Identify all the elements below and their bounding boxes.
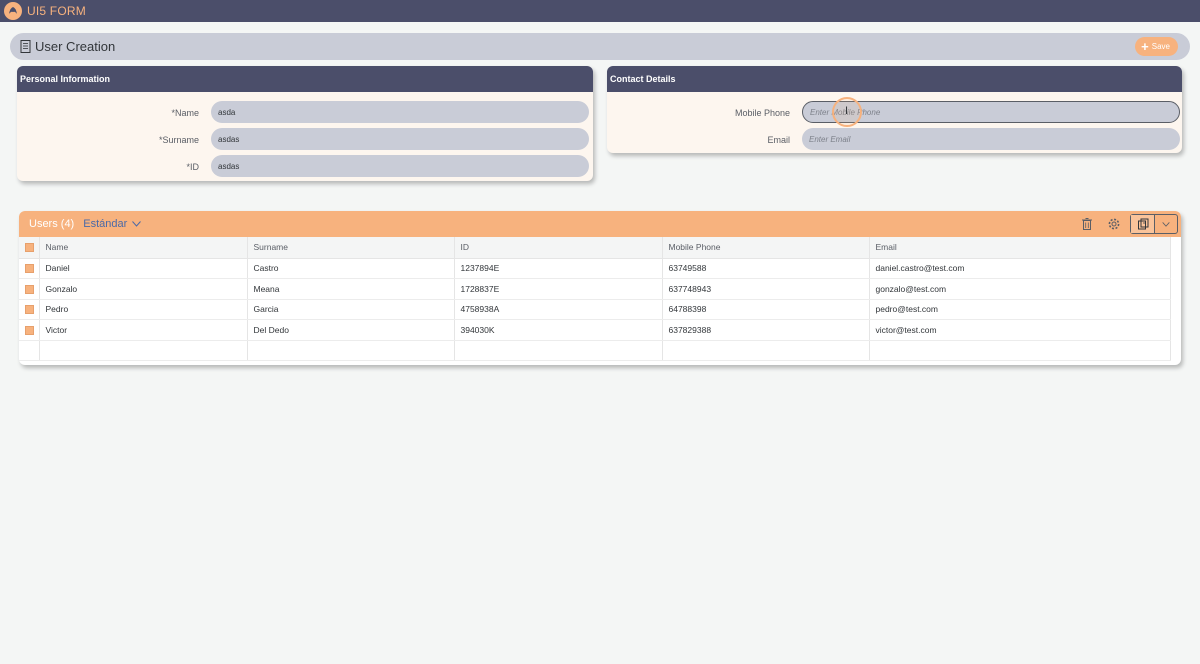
empty-cell [869,340,1171,361]
email-label: Email [767,135,790,145]
app-title: UI5 FORM [27,4,86,18]
email-input[interactable]: Enter Email [802,128,1180,150]
variant-label: Estándar [83,218,128,230]
name-label: *Name [171,108,199,118]
cell-mobile-phone: 637748943 [662,278,870,300]
row-checkbox[interactable] [19,258,40,279]
save-button-label: Save [1151,42,1170,51]
empty-cell [19,340,40,361]
empty-cell [662,340,870,361]
column-header-id[interactable]: ID [454,237,663,259]
page-title: User Creation [35,39,116,54]
app-logo-icon[interactable] [4,2,22,20]
cell-email: victor@test.com [869,319,1171,341]
column-header-email[interactable]: Email [869,237,1171,259]
column-header-surname[interactable]: Surname [247,237,455,259]
cell-name: Gonzalo [39,278,248,300]
chevron-down-icon [132,221,142,227]
id-label: *ID [186,162,199,172]
empty-cell [247,340,455,361]
cell-email: daniel.castro@test.com [869,258,1171,279]
add-icon: + [1141,39,1149,54]
export-split-button[interactable] [1130,214,1178,234]
text-cursor-icon: I [845,105,849,117]
cell-id: 1728837E [454,278,663,300]
cell-mobile-phone: 63749588 [662,258,870,279]
select-all-checkbox[interactable] [19,237,40,259]
table-row[interactable]: Daniel Castro 1237894E 63749588 daniel.c… [19,258,1171,279]
cell-id: 4758938A [454,299,663,320]
cell-id: 1237894E [454,258,663,279]
cell-mobile-phone: 637829388 [662,319,870,341]
settings-icon[interactable] [1107,217,1121,231]
mobile-phone-label: Mobile Phone [734,108,790,118]
table-row[interactable]: Victor Del Dedo 394030K 637829388 victor… [19,319,1171,341]
export-menu-chevron-icon[interactable] [1155,215,1177,233]
column-header-name[interactable]: Name [39,237,248,259]
table-row[interactable]: Pedro Garcia 4758938A 64788398 pedro@tes… [19,299,1171,320]
surname-input[interactable]: asdas [211,128,589,150]
export-icon[interactable] [1131,215,1155,233]
users-table: Name Surname ID Mobile Phone Email Danie… [19,237,1171,361]
table-row[interactable]: Gonzalo Meana 1728837E 637748943 gonzalo… [19,278,1171,300]
table-row-empty [19,340,1171,361]
cell-surname: Del Dedo [247,319,455,341]
document-icon [20,40,31,53]
empty-cell [454,340,663,361]
cell-email: gonzalo@test.com [869,278,1171,300]
id-input[interactable]: asdas [211,155,589,177]
row-checkbox[interactable] [19,319,40,341]
save-button[interactable]: + Save [1135,37,1178,56]
personal-information-panel: Personal Information *Name asda *Surname… [17,66,593,181]
users-table-panel: Users (4) Estándar Name Surname ID Mobil… [19,211,1181,365]
table-title: Users (4) [29,218,75,230]
page-header: User Creation + Save [10,33,1190,60]
cell-name: Daniel [39,258,248,279]
cell-surname: Garcia [247,299,455,320]
row-checkbox[interactable] [19,299,40,320]
cell-surname: Meana [247,278,455,300]
contact-details-title: Contact Details [607,66,1182,92]
cell-name: Victor [39,319,248,341]
personal-information-title: Personal Information [17,66,593,92]
table-toolbar: Users (4) Estándar [19,211,1181,237]
cell-surname: Castro [247,258,455,279]
cell-name: Pedro [39,299,248,320]
delete-icon[interactable] [1080,217,1094,231]
contact-details-panel: Contact Details Mobile Phone Enter Mobil… [607,66,1182,153]
column-header-mobile-phone[interactable]: Mobile Phone [662,237,870,259]
cell-id: 394030K [454,319,663,341]
table-header-row: Name Surname ID Mobile Phone Email [19,237,1171,259]
cell-mobile-phone: 64788398 [662,299,870,320]
empty-cell [39,340,248,361]
row-checkbox[interactable] [19,278,40,300]
cell-email: pedro@test.com [869,299,1171,320]
variant-selector[interactable]: Estándar [83,218,142,230]
surname-label: *Surname [158,135,199,145]
name-input[interactable]: asda [211,101,589,123]
shell-bar: UI5 FORM [0,0,1200,22]
